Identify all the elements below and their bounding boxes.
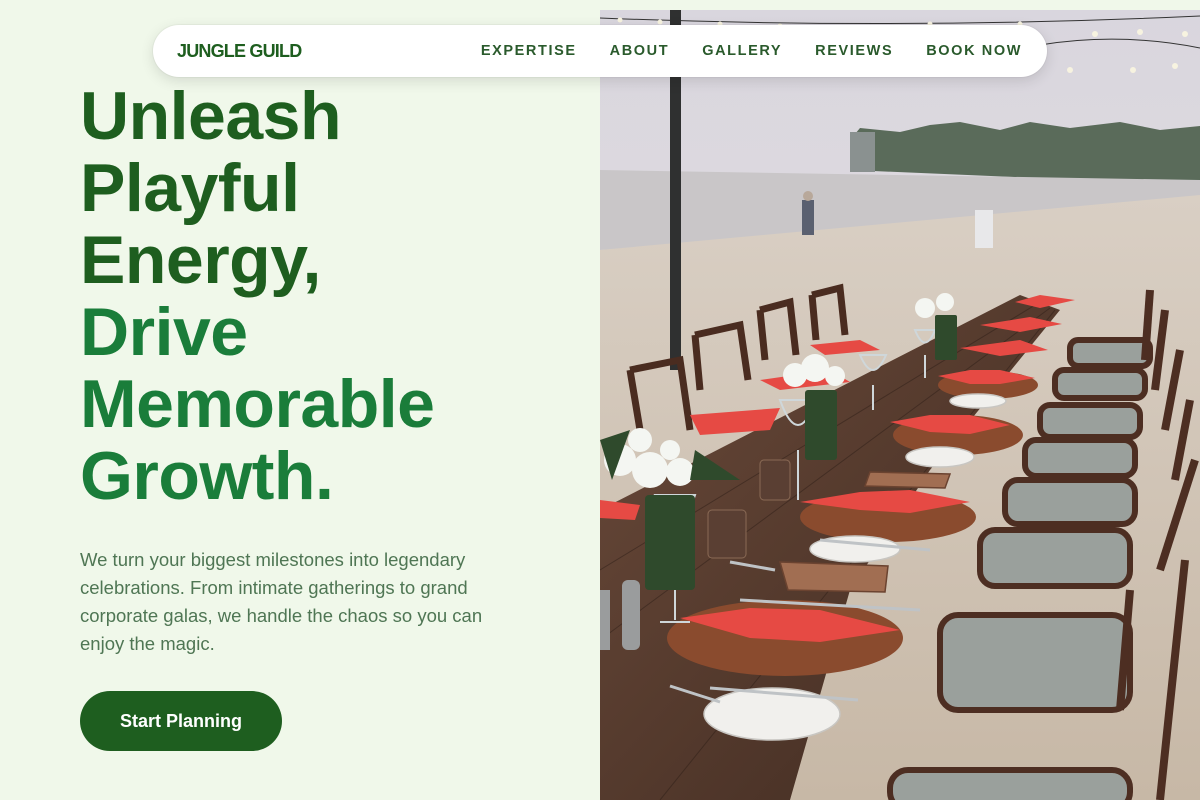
nav-link-expertise[interactable]: EXPERTISE (481, 43, 577, 59)
navbar: JUNGLE GUILD EXPERTISE ABOUT GALLERY REV… (153, 25, 1047, 77)
start-planning-button[interactable]: Start Planning (80, 691, 283, 751)
hero-description: We turn your biggest milestones into leg… (80, 549, 483, 654)
nav-link-gallery[interactable]: GALLERY (702, 43, 782, 59)
headline-line: Energy, (80, 222, 321, 298)
headline-line: Growth. (80, 438, 334, 514)
nav-link-about[interactable]: ABOUT (610, 43, 670, 59)
headline-line: Memorable (80, 366, 435, 442)
hero-headline: Unleash Playful Energy, Drive Memorable … (80, 80, 580, 512)
headline-line: Unleash (80, 78, 342, 154)
hero-section: Unleash Playful Energy, Drive Memorable … (80, 80, 580, 751)
headline-line: Playful (80, 150, 300, 226)
headline-line: Drive (80, 294, 248, 370)
nav-link-reviews[interactable]: REVIEWS (815, 43, 893, 59)
nav-link-book-now[interactable]: BOOK NOW (926, 43, 1022, 59)
brand-logo[interactable]: JUNGLE GUILD (177, 41, 302, 62)
nav-links: EXPERTISE ABOUT GALLERY REVIEWS BOOK NOW (481, 43, 1022, 59)
hero-photo (600, 10, 1200, 800)
